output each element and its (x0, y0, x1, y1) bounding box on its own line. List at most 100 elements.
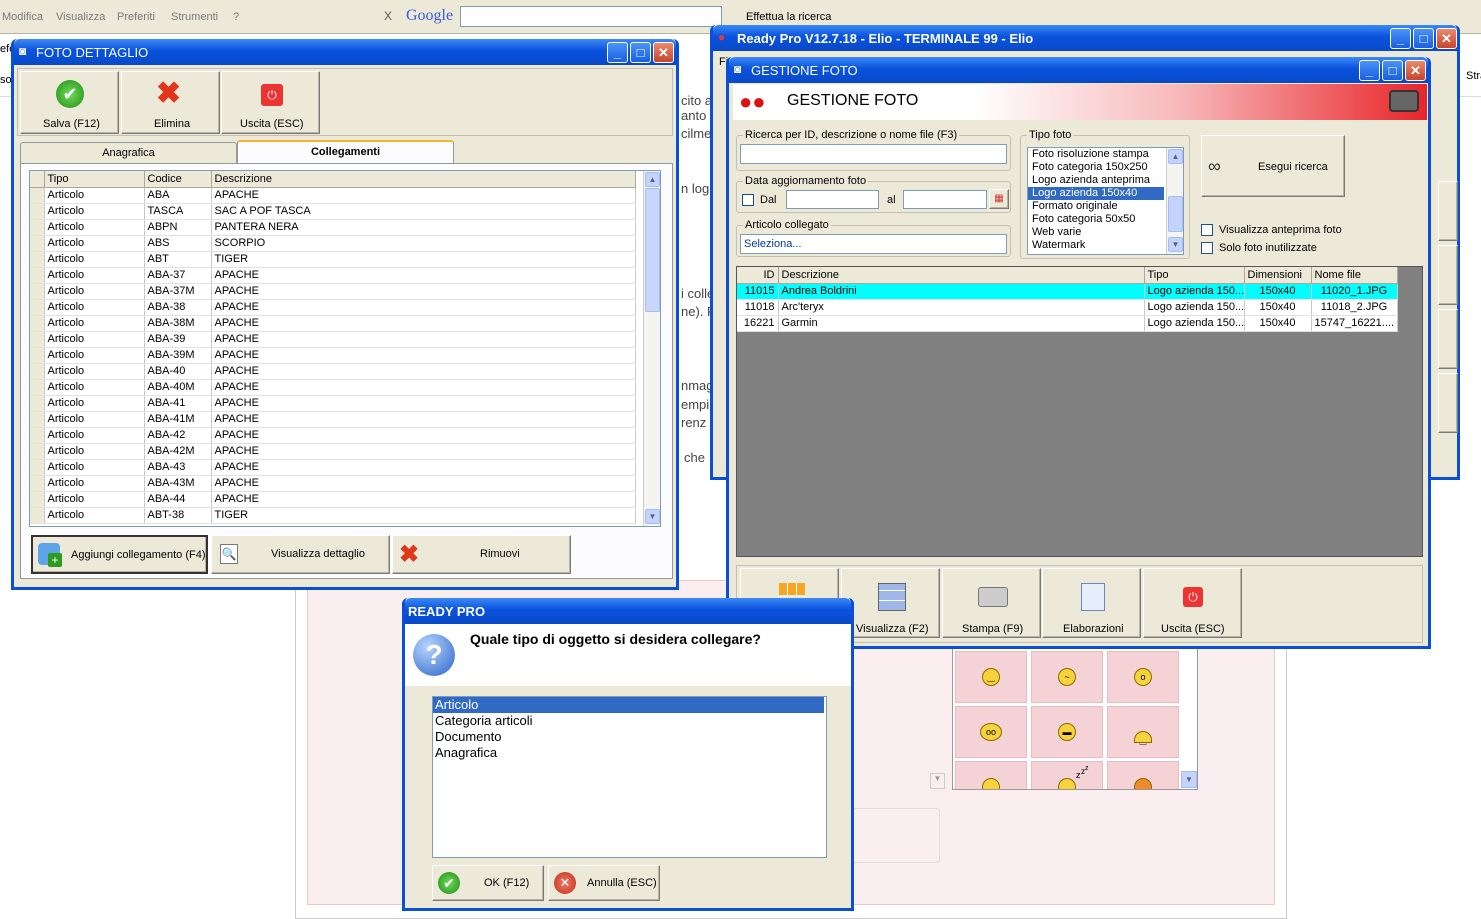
uscita-button[interactable]: ⏻ Uscita (ESC) (221, 71, 320, 134)
row-selector[interactable] (30, 299, 45, 316)
emoticon-cell[interactable]: ‿ (1107, 706, 1179, 758)
menu-preferiti[interactable]: Preferiti (117, 11, 155, 23)
al-date-input[interactable] (903, 190, 987, 209)
row-selector[interactable] (30, 491, 45, 508)
emoticon-cell[interactable]: ‿ (955, 761, 1027, 789)
row-selector[interactable] (30, 251, 45, 268)
dal-checkbox[interactable] (742, 194, 759, 207)
table-row[interactable]: Articolo ABA-37M APACHE (30, 283, 636, 300)
menu-visualizza[interactable]: Visualizza (56, 11, 105, 23)
table-row[interactable]: Articolo ABA-39M APACHE (30, 347, 636, 364)
google-search-input[interactable] (460, 6, 722, 27)
scroll-up-arrow[interactable]: ▲ (1168, 149, 1183, 164)
row-selector[interactable] (30, 427, 45, 444)
table-row[interactable]: Articolo ABT-38 TIGER (30, 507, 636, 524)
salva-button[interactable]: ✔ Salva (F12) (20, 71, 119, 134)
preview-checkbox[interactable] (1201, 224, 1218, 237)
calendar-icon[interactable]: ▦ (989, 189, 1009, 209)
tab-collegamenti[interactable]: Collegamenti (237, 140, 454, 165)
table-row[interactable]: Articolo ABS SCORPIO (30, 235, 636, 252)
toolbar-close-icon[interactable]: X (384, 9, 392, 23)
table-row[interactable]: 11018 Arc'teryx Logo azienda 150... 150x… (737, 299, 1398, 316)
row-selector[interactable] (30, 219, 45, 236)
emoticon-cell[interactable]: oo (955, 706, 1027, 758)
table-row[interactable]: Articolo ABPN PANTERA NERA (30, 219, 636, 236)
row-selector[interactable] (30, 347, 45, 364)
visualizza-dettaglio-button[interactable]: 🔍 Visualizza dettaglio (211, 535, 390, 574)
col-header-dimensioni[interactable]: Dimensioni (1244, 267, 1312, 284)
tipo-foto-option[interactable]: Foto risoluzione stampa (1028, 148, 1183, 161)
scroll-down-arrow[interactable]: ▼ (1168, 237, 1183, 252)
row-selector[interactable] (30, 267, 45, 284)
table-row[interactable]: Articolo TASCA SAC A POF TASCA (30, 203, 636, 220)
unused-checkbox[interactable] (1201, 242, 1218, 255)
side-panel-button[interactable] (1438, 309, 1458, 369)
col-header-id[interactable]: ID (737, 267, 779, 284)
tipo-foto-option[interactable]: Web varie (1028, 226, 1183, 239)
table-row[interactable]: Articolo ABA-41M APACHE (30, 411, 636, 428)
table-row[interactable]: Articolo ABA-38 APACHE (30, 299, 636, 316)
tipo-foto-option[interactable]: Foto categoria 150x250 (1028, 161, 1183, 174)
row-selector[interactable] (30, 187, 45, 204)
uscita-button[interactable]: ⏻ Uscita (ESC) (1143, 568, 1242, 638)
table-row[interactable]: Articolo ABA-42M APACHE (30, 443, 636, 460)
emoticon-cell[interactable]: ▬ (1031, 706, 1103, 758)
tipo-foto-option[interactable]: Foto categoria 50x50 (1028, 213, 1183, 226)
aggiungi-collegamento-button[interactable]: + Aggiungi collegamento (F4) (31, 535, 208, 574)
emoticon-cell[interactable]: ‿ (1107, 761, 1179, 789)
object-type-list[interactable]: Articolo Categoria articoli Documento An… (432, 696, 827, 858)
col-header-nome-file[interactable]: Nome file (1311, 267, 1398, 284)
table-row[interactable]: Articolo ABA-40M APACHE (30, 379, 636, 396)
table-row[interactable]: Articolo ABT TIGER (30, 251, 636, 268)
table-row[interactable]: Articolo ABA-38M APACHE (30, 315, 636, 332)
object-type-option[interactable]: Documento (433, 729, 826, 745)
esegui-ricerca-button[interactable]: ∞ Esegui ricerca (1201, 135, 1345, 197)
emoticon-cell[interactable]: o (1107, 651, 1179, 703)
scroll-thumb[interactable] (1168, 196, 1183, 232)
col-header-descrizione[interactable]: Descrizione (211, 171, 636, 188)
tipo-foto-list[interactable]: Foto risoluzione stampa Foto categoria 1… (1027, 147, 1184, 255)
elimina-button[interactable]: ✖ Elimina (121, 71, 220, 134)
table-row[interactable]: Articolo ABA-40 APACHE (30, 363, 636, 380)
table-row[interactable]: Articolo ABA-42 APACHE (30, 427, 636, 444)
collegamenti-scrollbar[interactable]: ▲ ▼ (643, 171, 660, 526)
col-header-tipo[interactable]: Tipo (44, 171, 145, 188)
object-type-option[interactable]: Categoria articoli (433, 713, 826, 729)
articolo-input[interactable]: Seleziona... (740, 234, 1007, 254)
side-panel-button[interactable] (1438, 181, 1458, 241)
ok-button[interactable]: ✔ OK (F12) (432, 865, 544, 901)
row-selector[interactable] (30, 379, 45, 396)
table-row[interactable]: Articolo ABA-39 APACHE (30, 331, 636, 348)
emoticon-scroll-down[interactable]: ▼ (1181, 771, 1197, 788)
tipo-foto-option-selected[interactable]: Logo azienda 150x40 (1028, 187, 1164, 200)
search-input[interactable] (740, 144, 1007, 164)
emoticon-cell[interactable]: ~ (1031, 651, 1103, 703)
scroll-thumb[interactable] (645, 188, 660, 312)
menu-strumenti[interactable]: Strumenti (171, 11, 218, 23)
maximize-button[interactable]: □ (1382, 60, 1403, 81)
row-selector[interactable] (30, 331, 45, 348)
row-selector[interactable] (30, 203, 45, 220)
stampa-button[interactable]: Stampa (F9) (942, 568, 1041, 638)
dal-date-input[interactable] (786, 190, 879, 209)
menu-modifica[interactable]: Modifica (2, 11, 43, 23)
table-row[interactable]: Articolo ABA-37 APACHE (30, 267, 636, 284)
tipo-foto-option[interactable]: Formato originale (1028, 200, 1183, 213)
row-selector[interactable] (30, 443, 45, 460)
scroll-down-arrow[interactable]: ▼ (645, 509, 660, 524)
rimuovi-button[interactable]: ✖ Rimuovi (392, 535, 571, 574)
row-selector[interactable] (30, 315, 45, 332)
scroll-up-arrow[interactable]: ▲ (645, 172, 660, 187)
side-panel-button[interactable] (1438, 373, 1458, 433)
close-button[interactable]: ✕ (1405, 60, 1426, 81)
tipo-foto-option[interactable]: Watermark (1028, 239, 1183, 252)
google-search-button[interactable]: Effettua la ricerca (746, 11, 831, 23)
close-button[interactable]: ✕ (653, 42, 674, 63)
table-row-selected[interactable]: 11015 Andrea Boldrini Logo azienda 150..… (737, 283, 1398, 300)
minimize-button[interactable]: _ (1390, 28, 1411, 49)
table-row[interactable]: Articolo ABA APACHE (30, 187, 636, 204)
row-selector[interactable] (30, 395, 45, 412)
row-selector[interactable] (30, 363, 45, 380)
visualizza-button[interactable]: Visualizza (F2) (841, 568, 940, 638)
maximize-button[interactable]: □ (1413, 28, 1434, 49)
